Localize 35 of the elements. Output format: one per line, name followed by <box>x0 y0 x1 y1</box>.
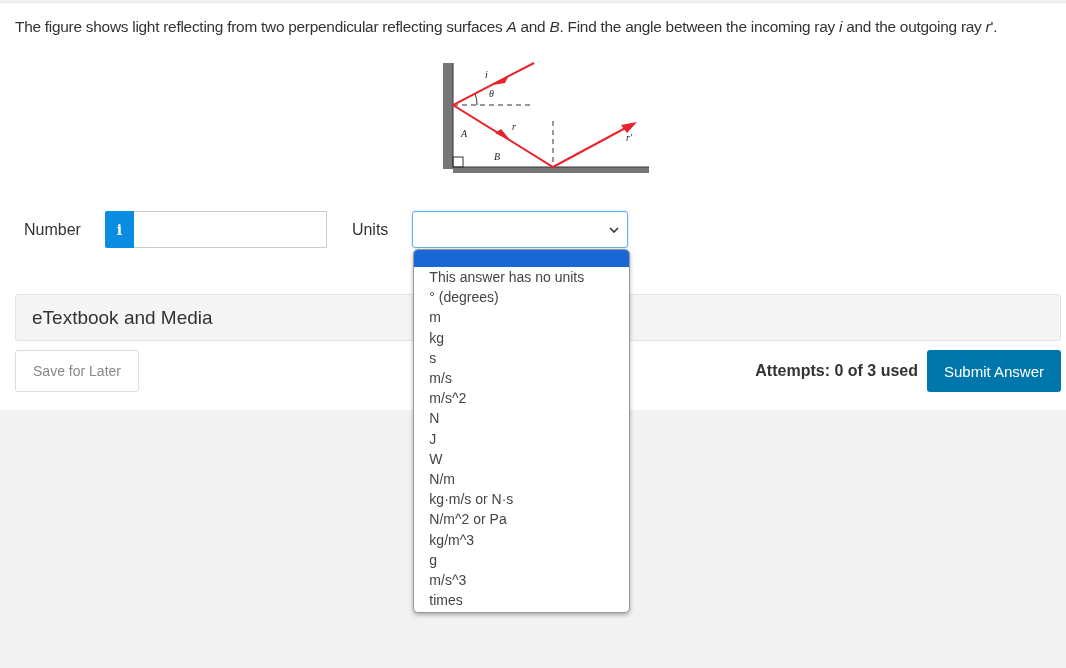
units-label: Units <box>351 220 389 239</box>
figure-label: θ <box>489 88 494 99</box>
unit-option[interactable]: times <box>414 590 630 611</box>
question-text: The figure shows light reflecting from two perpendicular reflecting surfaces A and B. Find the angle between the incoming ray i and the outgoing ray r'. <box>15 17 999 37</box>
figure-label: B <box>494 151 501 162</box>
panel-title[interactable]: eTextbook and Media <box>32 306 213 329</box>
unit-option[interactable]: s <box>414 347 630 368</box>
unit-option[interactable]: kg·m/s or N·s <box>414 489 630 510</box>
submit-answer-button[interactable]: Submit Answer <box>927 350 1061 392</box>
unit-option[interactable]: g <box>414 549 630 571</box>
unit-option[interactable]: N <box>414 408 630 429</box>
figure-label: r <box>512 121 516 132</box>
unit-option[interactable]: kg <box>414 327 630 348</box>
figure-label: A <box>461 128 468 139</box>
unit-option[interactable]: J <box>414 428 630 449</box>
number-label: Number <box>24 220 81 239</box>
unit-option[interactable]: m/s <box>414 368 630 389</box>
figure-label: r' <box>626 132 633 143</box>
unit-option[interactable]: N/m^2 or Pa <box>414 509 630 530</box>
figure-label: i <box>485 69 488 80</box>
number-input[interactable] <box>133 211 327 248</box>
units-select[interactable] <box>412 211 629 248</box>
unit-option[interactable]: m/s^2 <box>414 388 630 409</box>
attempts-text: Attempts: 0 of 3 used <box>755 362 918 380</box>
unit-option[interactable]: This answer has no units <box>414 267 630 288</box>
unit-option[interactable]: m <box>414 307 630 328</box>
info-icon[interactable]: i <box>104 211 134 248</box>
save-for-later-button[interactable]: Save for Later <box>15 350 139 392</box>
unit-option[interactable]: kg/m^3 <box>414 529 630 550</box>
caret-icon <box>609 226 620 233</box>
highlighted-option[interactable] <box>414 250 630 267</box>
unit-option[interactable]: m/s^3 <box>414 570 630 591</box>
unit-option[interactable]: W <box>414 448 630 470</box>
unit-option[interactable]: N/m <box>414 469 630 490</box>
unit-option[interactable]: ° (degrees) <box>414 287 630 308</box>
